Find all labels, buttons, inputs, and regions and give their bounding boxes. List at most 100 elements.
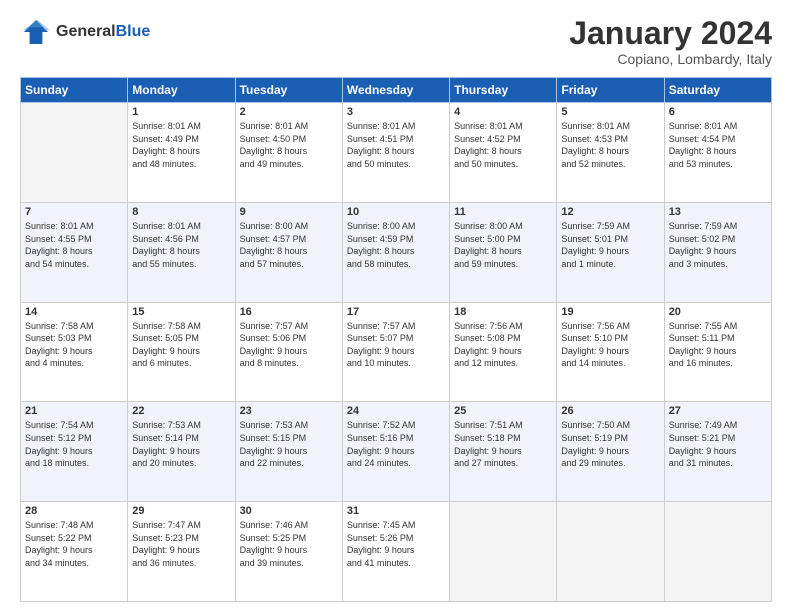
day-number: 15: [132, 306, 230, 318]
day-info: Sunrise: 8:01 AMSunset: 4:54 PMDaylight:…: [669, 120, 767, 170]
calendar-cell: [450, 502, 557, 602]
day-number: 25: [454, 405, 552, 417]
calendar-cell: 4 Sunrise: 8:01 AMSunset: 4:52 PMDaylight…: [450, 103, 557, 203]
calendar-cell: 1 Sunrise: 8:01 AMSunset: 4:49 PMDaylight…: [128, 103, 235, 203]
day-info: Sunrise: 8:00 AMSunset: 5:00 PMDaylight:…: [454, 220, 552, 270]
day-number: 7: [25, 206, 123, 218]
calendar-cell: 18 Sunrise: 7:56 AMSunset: 5:08 PMDayligh…: [450, 302, 557, 402]
calendar-cell: [557, 502, 664, 602]
title-block: January 2024 Copiano, Lombardy, Italy: [569, 16, 772, 67]
day-info: Sunrise: 7:56 AMSunset: 5:10 PMDaylight:…: [561, 320, 659, 370]
calendar-cell: 26Sunrise: 7:50 AMSunset: 5:19 PMDayligh…: [557, 402, 664, 502]
day-number: 5: [561, 106, 659, 118]
calendar-cell: 12 Sunrise: 7:59 AMSunset: 5:01 PMDayligh…: [557, 202, 664, 302]
day-number: 24: [347, 405, 445, 417]
calendar-cell: 16 Sunrise: 7:57 AMSunset: 5:06 PMDayligh…: [235, 302, 342, 402]
page: GeneralBlue January 2024 Copiano, Lombar…: [0, 0, 792, 612]
day-info: Sunrise: 8:01 AMSunset: 4:50 PMDaylight:…: [240, 120, 338, 170]
day-info: Sunrise: 7:46 AMSunset: 5:25 PMDaylight:…: [240, 519, 338, 569]
logo-icon: [20, 16, 52, 48]
calendar-cell: 9 Sunrise: 8:00 AMSunset: 4:57 PMDaylight…: [235, 202, 342, 302]
day-number: 18: [454, 306, 552, 318]
day-info: Sunrise: 8:01 AMSunset: 4:51 PMDaylight:…: [347, 120, 445, 170]
day-number: 3: [347, 106, 445, 118]
calendar-cell: 29 Sunrise: 7:47 AMSunset: 5:23 PMDayligh…: [128, 502, 235, 602]
calendar-cell: 17Sunrise: 7:57 AMSunset: 5:07 PMDayligh…: [342, 302, 449, 402]
day-info: Sunrise: 7:59 AMSunset: 5:02 PMDaylight:…: [669, 220, 767, 270]
day-info: Sunrise: 8:01 AMSunset: 4:56 PMDaylight:…: [132, 220, 230, 270]
logo: GeneralBlue: [20, 16, 150, 48]
calendar-cell: 13 Sunrise: 7:59 AMSunset: 5:02 PMDayligh…: [664, 202, 771, 302]
day-info: Sunrise: 7:54 AMSunset: 5:12 PMDaylight:…: [25, 419, 123, 469]
logo-text: GeneralBlue: [56, 23, 150, 41]
day-info: Sunrise: 8:01 AMSunset: 4:53 PMDaylight:…: [561, 120, 659, 170]
calendar-cell: 8 Sunrise: 8:01 AMSunset: 4:56 PMDaylight…: [128, 202, 235, 302]
day-number: 31: [347, 505, 445, 517]
calendar-cell: 22Sunrise: 7:53 AMSunset: 5:14 PMDayligh…: [128, 402, 235, 502]
weekday-header-wednesday: Wednesday: [342, 78, 449, 103]
day-number: 30: [240, 505, 338, 517]
day-number: 23: [240, 405, 338, 417]
calendar-cell: 21 Sunrise: 7:54 AMSunset: 5:12 PMDayligh…: [21, 402, 128, 502]
day-info: Sunrise: 7:56 AMSunset: 5:08 PMDaylight:…: [454, 320, 552, 370]
day-number: 8: [132, 206, 230, 218]
day-info: Sunrise: 7:51 AMSunset: 5:18 PMDaylight:…: [454, 419, 552, 469]
day-info: Sunrise: 7:52 AMSunset: 5:16 PMDaylight:…: [347, 419, 445, 469]
day-number: 12: [561, 206, 659, 218]
calendar-cell: 2Sunrise: 8:01 AMSunset: 4:50 PMDaylight…: [235, 103, 342, 203]
day-number: 21: [25, 405, 123, 417]
day-number: 20: [669, 306, 767, 318]
day-info: Sunrise: 7:53 AMSunset: 5:14 PMDaylight:…: [132, 419, 230, 469]
day-number: 9: [240, 206, 338, 218]
day-info: Sunrise: 8:00 AMSunset: 4:59 PMDaylight:…: [347, 220, 445, 270]
calendar-cell: 3 Sunrise: 8:01 AMSunset: 4:51 PMDaylight…: [342, 103, 449, 203]
calendar-cell: 11 Sunrise: 8:00 AMSunset: 5:00 PMDayligh…: [450, 202, 557, 302]
day-info: Sunrise: 7:58 AMSunset: 5:03 PMDaylight:…: [25, 320, 123, 370]
day-info: Sunrise: 7:57 AMSunset: 5:07 PMDaylight:…: [347, 320, 445, 370]
day-info: Sunrise: 7:53 AMSunset: 5:15 PMDaylight:…: [240, 419, 338, 469]
day-info: Sunrise: 7:55 AMSunset: 5:11 PMDaylight:…: [669, 320, 767, 370]
calendar-cell: 7Sunrise: 8:01 AMSunset: 4:55 PMDaylight…: [21, 202, 128, 302]
weekday-header-sunday: Sunday: [21, 78, 128, 103]
day-number: 28: [25, 505, 123, 517]
day-number: 16: [240, 306, 338, 318]
week-row-4: 21 Sunrise: 7:54 AMSunset: 5:12 PMDayligh…: [21, 402, 772, 502]
day-info: Sunrise: 8:00 AMSunset: 4:57 PMDaylight:…: [240, 220, 338, 270]
calendar-cell: 28Sunrise: 7:48 AMSunset: 5:22 PMDayligh…: [21, 502, 128, 602]
day-number: 13: [669, 206, 767, 218]
calendar-cell: 31 Sunrise: 7:45 AMSunset: 5:26 PMDayligh…: [342, 502, 449, 602]
location-subtitle: Copiano, Lombardy, Italy: [569, 51, 772, 67]
day-number: 19: [561, 306, 659, 318]
calendar-cell: 5 Sunrise: 8:01 AMSunset: 4:53 PMDaylight…: [557, 103, 664, 203]
calendar-table: SundayMondayTuesdayWednesdayThursdayFrid…: [20, 77, 772, 602]
month-title: January 2024: [569, 16, 772, 51]
week-row-1: 1 Sunrise: 8:01 AMSunset: 4:49 PMDaylight…: [21, 103, 772, 203]
day-number: 14: [25, 306, 123, 318]
header: GeneralBlue January 2024 Copiano, Lombar…: [20, 16, 772, 67]
calendar-cell: 14 Sunrise: 7:58 AMSunset: 5:03 PMDayligh…: [21, 302, 128, 402]
weekday-header-friday: Friday: [557, 78, 664, 103]
calendar-cell: [21, 103, 128, 203]
calendar-cell: 19 Sunrise: 7:56 AMSunset: 5:10 PMDayligh…: [557, 302, 664, 402]
day-number: 11: [454, 206, 552, 218]
day-info: Sunrise: 7:57 AMSunset: 5:06 PMDaylight:…: [240, 320, 338, 370]
calendar-cell: 15Sunrise: 7:58 AMSunset: 5:05 PMDayligh…: [128, 302, 235, 402]
day-number: 4: [454, 106, 552, 118]
day-number: 29: [132, 505, 230, 517]
week-row-5: 28Sunrise: 7:48 AMSunset: 5:22 PMDayligh…: [21, 502, 772, 602]
day-number: 27: [669, 405, 767, 417]
day-info: Sunrise: 7:50 AMSunset: 5:19 PMDaylight:…: [561, 419, 659, 469]
day-info: Sunrise: 8:01 AMSunset: 4:52 PMDaylight:…: [454, 120, 552, 170]
day-number: 1: [132, 106, 230, 118]
weekday-header-row: SundayMondayTuesdayWednesdayThursdayFrid…: [21, 78, 772, 103]
calendar-cell: 6 Sunrise: 8:01 AMSunset: 4:54 PMDaylight…: [664, 103, 771, 203]
day-info: Sunrise: 7:45 AMSunset: 5:26 PMDaylight:…: [347, 519, 445, 569]
calendar-cell: [664, 502, 771, 602]
calendar-cell: 20 Sunrise: 7:55 AMSunset: 5:11 PMDayligh…: [664, 302, 771, 402]
day-number: 6: [669, 106, 767, 118]
weekday-header-thursday: Thursday: [450, 78, 557, 103]
day-info: Sunrise: 8:01 AMSunset: 4:49 PMDaylight:…: [132, 120, 230, 170]
day-info: Sunrise: 7:59 AMSunset: 5:01 PMDaylight:…: [561, 220, 659, 270]
day-info: Sunrise: 7:47 AMSunset: 5:23 PMDaylight:…: [132, 519, 230, 569]
day-info: Sunrise: 7:49 AMSunset: 5:21 PMDaylight:…: [669, 419, 767, 469]
